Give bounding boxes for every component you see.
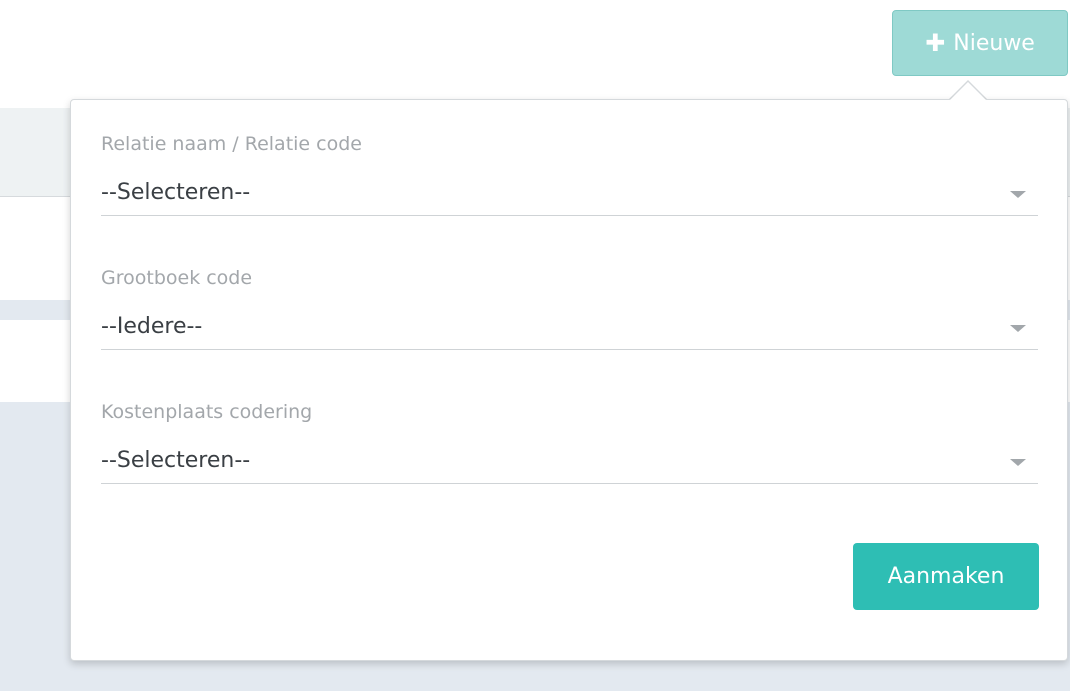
- caret-down-icon: [1010, 459, 1026, 466]
- create-button[interactable]: Aanmaken: [853, 543, 1039, 610]
- cost-center-field: Kostenplaats codering --Selecteren--: [101, 399, 1038, 484]
- new-button-label: Nieuwe: [953, 30, 1035, 56]
- new-button[interactable]: ✚ Nieuwe: [892, 10, 1068, 76]
- new-item-popover: Relatie naam / Relatie code --Selecteren…: [70, 99, 1068, 661]
- caret-down-icon: [1010, 191, 1026, 198]
- ledger-field-label: Grootboek code: [101, 267, 253, 289]
- cost-center-select-value: --Selecteren--: [101, 448, 251, 473]
- relation-field-label: Relatie naam / Relatie code: [101, 133, 362, 155]
- relation-field: Relatie naam / Relatie code --Selecteren…: [101, 131, 1038, 216]
- cost-center-select[interactable]: --Selecteren--: [101, 439, 1038, 484]
- relation-select-value: --Selecteren--: [101, 180, 251, 205]
- plus-icon: ✚: [925, 29, 946, 57]
- ledger-select[interactable]: --Iedere--: [101, 305, 1038, 350]
- popover-arrow-fill: [949, 82, 987, 101]
- ledger-field: Grootboek code --Iedere--: [101, 265, 1038, 350]
- cost-center-field-label: Kostenplaats codering: [101, 401, 313, 423]
- caret-down-icon: [1010, 325, 1026, 332]
- ledger-select-value: --Iedere--: [101, 314, 203, 339]
- relation-select[interactable]: --Selecteren--: [101, 171, 1038, 216]
